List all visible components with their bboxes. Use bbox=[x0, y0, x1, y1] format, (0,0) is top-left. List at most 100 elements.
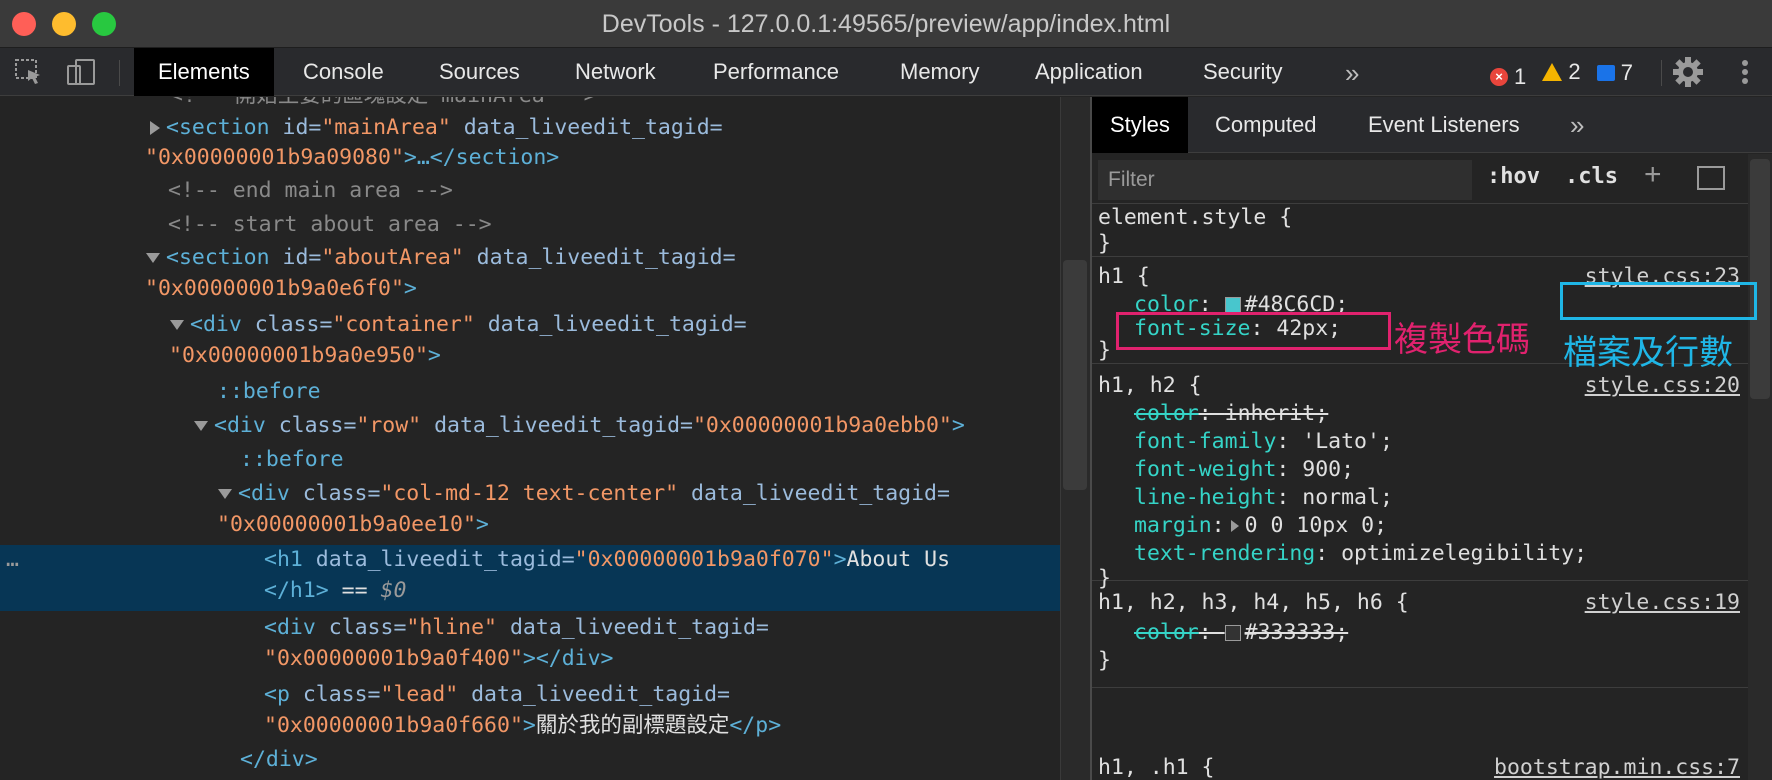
tag-name: </h1> bbox=[264, 578, 329, 603]
collapse-triangle-icon[interactable] bbox=[170, 320, 184, 330]
dom-line-h1-close[interactable]: </h1> == $0 bbox=[264, 576, 1054, 606]
dom-line-p-lead-cont[interactable]: "0x00000001b9a0f660">關於我的副標題設定</p> bbox=[264, 711, 1060, 741]
expand-triangle-icon[interactable] bbox=[150, 121, 160, 135]
tab-sources[interactable]: Sources bbox=[415, 48, 544, 96]
dom-line-before-2[interactable]: ::before bbox=[240, 445, 1060, 475]
property-value[interactable]: 0 0 10px 0; bbox=[1245, 513, 1387, 538]
source-link[interactable]: style.css:19 bbox=[1585, 590, 1740, 615]
error-count[interactable]: × 1 bbox=[1490, 53, 1526, 101]
dom-line-div-col[interactable]: <div class="col-md-12 text-center" data_… bbox=[218, 479, 1060, 509]
property-value[interactable]: normal; bbox=[1302, 485, 1393, 510]
tag-name: >…</section> bbox=[403, 145, 560, 170]
attr-name: data_liveedit_tagid= bbox=[421, 413, 693, 438]
property-font-weight[interactable]: font-weight: 900; bbox=[1134, 457, 1354, 483]
dom-line-before-1[interactable]: ::before bbox=[217, 377, 1060, 407]
property-value[interactable]: 'Lato'; bbox=[1302, 429, 1393, 454]
more-sidebar-tabs-icon[interactable]: » bbox=[1552, 97, 1602, 153]
new-style-rule-button[interactable]: + bbox=[1644, 158, 1662, 192]
dom-line-comment-main[interactable]: <!-- 開始主要的區塊設定 mainArea --> bbox=[170, 97, 1060, 111]
color-swatch[interactable] bbox=[1224, 625, 1241, 641]
message-count[interactable]: 7 bbox=[1596, 49, 1633, 97]
attr-value: "0x00000001b9a0e950" bbox=[169, 343, 428, 368]
property-value[interactable]: inherit; bbox=[1225, 401, 1329, 426]
dom-line-h1-open[interactable]: <h1 data_liveedit_tagid="0x00000001b9a0f… bbox=[264, 545, 1054, 575]
tag-name: </div> bbox=[240, 747, 318, 772]
tab-network[interactable]: Network bbox=[551, 48, 680, 96]
collapse-triangle-icon[interactable] bbox=[194, 421, 208, 431]
dom-line-div-col-cont[interactable]: "0x00000001b9a0ee10"> bbox=[217, 510, 1060, 540]
message-icon bbox=[1596, 65, 1615, 81]
style-rule-headings[interactable]: h1, h2, h3, h4, h5, h6 { style.css:19 co… bbox=[1092, 582, 1748, 688]
dom-line-div-close[interactable]: </div> bbox=[240, 745, 1060, 775]
property-font-family[interactable]: font-family: 'Lato'; bbox=[1134, 429, 1393, 455]
property-value[interactable]: 900; bbox=[1302, 457, 1354, 482]
tab-event-listeners[interactable]: Event Listeners bbox=[1350, 97, 1538, 153]
property-margin[interactable]: margin: 0 0 10px 0; bbox=[1134, 513, 1387, 539]
style-rule-bootstrap[interactable]: h1, .h1 { bootstrap.min.css:7 bbox=[1092, 689, 1748, 780]
tag-name: > bbox=[951, 413, 965, 438]
dom-line-div-hline-cont[interactable]: "0x00000001b9a0f400"></div> bbox=[264, 644, 1060, 674]
gear-icon[interactable] bbox=[1672, 56, 1704, 88]
tab-console[interactable]: Console bbox=[279, 48, 408, 96]
styles-filter-input[interactable] bbox=[1098, 160, 1472, 200]
style-rule-h1-h2[interactable]: h1, h2 { style.css:20 color: inherit; fo… bbox=[1092, 365, 1748, 591]
property-color-overridden[interactable]: color: #333333; bbox=[1134, 620, 1348, 646]
elements-scrollbar-thumb[interactable] bbox=[1063, 260, 1087, 490]
dom-line-section-aboutarea-cont[interactable]: "0x00000001b9a0e6f0"> bbox=[145, 274, 1060, 304]
device-toolbar-icon[interactable] bbox=[66, 58, 96, 86]
row-options-icon[interactable]: … bbox=[6, 545, 19, 575]
tab-elements[interactable]: Elements bbox=[134, 48, 274, 96]
property-value[interactable]: #333333; bbox=[1245, 620, 1349, 645]
tab-security[interactable]: Security bbox=[1179, 48, 1306, 96]
styles-scrollbar-thumb[interactable] bbox=[1750, 159, 1770, 399]
more-options-icon[interactable] bbox=[1735, 56, 1755, 88]
dom-line-section-mainarea-cont[interactable]: "0x00000001b9a09080">…</section> bbox=[145, 143, 1060, 173]
pseudo-element: ::before bbox=[240, 447, 344, 472]
warning-icon bbox=[1542, 63, 1563, 81]
tab-computed[interactable]: Computed bbox=[1197, 97, 1335, 153]
property-color-overridden[interactable]: color: inherit; bbox=[1134, 401, 1328, 427]
tab-styles[interactable]: Styles bbox=[1092, 97, 1188, 153]
dom-line-div-hline[interactable]: <div class="hline" data_liveedit_tagid= bbox=[264, 613, 1060, 643]
message-count-value: 7 bbox=[1620, 60, 1633, 85]
computed-sidebar-toggle-icon[interactable] bbox=[1697, 166, 1725, 190]
annotation-box-color bbox=[1116, 312, 1391, 350]
styles-sidebar: Styles Computed Event Listeners » :hov .… bbox=[1092, 97, 1772, 780]
filter-bar: :hov .cls + bbox=[1092, 154, 1772, 204]
tab-memory[interactable]: Memory bbox=[876, 48, 1003, 96]
collapse-triangle-icon[interactable] bbox=[146, 253, 160, 263]
attr-value: "0x00000001b9a0f400" bbox=[264, 646, 523, 671]
property-value[interactable]: optimizelegibility; bbox=[1341, 541, 1587, 566]
rule-selector: h1, h2, h3, h4, h5, h6 { bbox=[1098, 590, 1409, 615]
attr-name: data_liveedit_tagid= bbox=[497, 615, 769, 640]
warning-count[interactable]: 2 bbox=[1542, 48, 1581, 96]
source-link[interactable]: bootstrap.min.css:7 bbox=[1494, 755, 1740, 780]
dom-line-section-mainarea[interactable]: <section id="mainArea" data_liveedit_tag… bbox=[150, 113, 1060, 143]
hover-state-toggle[interactable]: :hov bbox=[1487, 164, 1540, 189]
dom-line-comment-end-main[interactable]: <!-- end main area --> bbox=[168, 176, 1060, 206]
h1-text: About Us bbox=[846, 547, 951, 572]
property-line-height[interactable]: line-height: normal; bbox=[1134, 485, 1393, 511]
tab-application[interactable]: Application bbox=[1011, 48, 1167, 96]
inspect-element-icon[interactable] bbox=[14, 58, 44, 86]
collapse-triangle-icon[interactable] bbox=[218, 489, 232, 499]
color-swatch[interactable] bbox=[1224, 297, 1241, 313]
elements-dom-tree[interactable]: <!-- 開始主要的區塊設定 mainArea --> <section id=… bbox=[0, 97, 1060, 780]
source-link[interactable]: style.css:20 bbox=[1585, 373, 1740, 398]
expand-shorthand-icon[interactable] bbox=[1230, 520, 1239, 532]
property-text-rendering[interactable]: text-rendering: optimizelegibility; bbox=[1134, 541, 1587, 567]
dom-line-div-container-cont[interactable]: "0x00000001b9a0e950"> bbox=[169, 341, 1060, 371]
dom-line-comment-start-about[interactable]: <!-- start about area --> bbox=[168, 210, 1060, 240]
tab-performance[interactable]: Performance bbox=[689, 48, 863, 96]
dom-line-div-row[interactable]: <div class="row" data_liveedit_tagid="0x… bbox=[194, 411, 1060, 441]
more-tabs-icon[interactable]: » bbox=[1345, 58, 1359, 89]
dom-line-section-aboutarea[interactable]: <section id="aboutArea" data_liveedit_ta… bbox=[146, 243, 1060, 273]
property-name: margin bbox=[1134, 513, 1212, 538]
dom-line-div-container[interactable]: <div class="container" data_liveedit_tag… bbox=[170, 310, 1060, 340]
style-rule-element[interactable]: element.style { } bbox=[1092, 205, 1748, 257]
class-toggle[interactable]: .cls bbox=[1565, 164, 1618, 189]
sidebar-tabs: Styles Computed Event Listeners » bbox=[1092, 97, 1772, 153]
issue-counters[interactable]: × 1 2 7 bbox=[1490, 48, 1643, 96]
dom-line-p-lead[interactable]: <p class="lead" data_liveedit_tagid= bbox=[264, 680, 1060, 710]
property-name: color bbox=[1134, 401, 1199, 426]
